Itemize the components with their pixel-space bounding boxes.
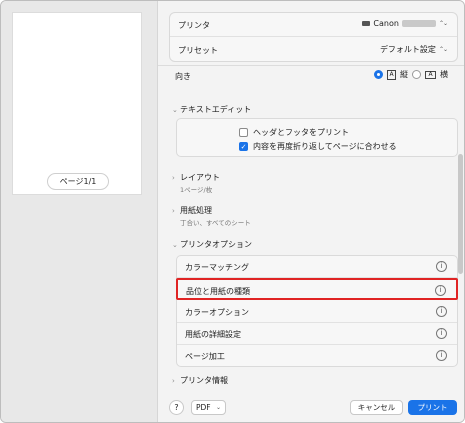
pdf-menu-button[interactable]: PDF ⌄ (191, 400, 226, 415)
printer-name-redacted (401, 20, 436, 27)
paper-handling-subtitle: 丁合い、すべてのシート (180, 219, 251, 227)
printer-label: プリンタ (178, 21, 210, 30)
info-icon[interactable]: i (436, 328, 447, 339)
pdf-label: PDF (196, 403, 211, 412)
preset-value: デフォルト設定 (379, 45, 436, 54)
info-icon[interactable]: i (436, 261, 447, 272)
preset-select[interactable]: デフォルト設定 ⌃⌄ (379, 44, 448, 55)
settings-scroll-area[interactable]: 向き A 縦 A 横 ⌄ テキストエディット ヘッダとフッタをプリント ✓ 内容… (158, 65, 464, 391)
portrait-radio[interactable] (374, 70, 383, 79)
chevron-down-icon: ⌄ (172, 241, 178, 249)
text-edit-options-box: ヘッダとフッタをプリント ✓ 内容を再度折り返してページに合わせる (176, 118, 458, 157)
landscape-label: 横 (440, 70, 448, 79)
print-button[interactable]: プリント (408, 400, 457, 415)
rewrap-option[interactable]: ✓ 内容を再度折り返してページに合わせる (239, 141, 397, 152)
page-indicator[interactable]: ページ1/1 (47, 173, 109, 190)
header-footer-checkbox[interactable] (239, 128, 248, 137)
info-icon[interactable]: i (436, 306, 447, 317)
cancel-button[interactable]: キャンセル (350, 400, 403, 415)
option-page-processing[interactable]: ページ加工 i (177, 345, 457, 367)
printer-icon (362, 21, 371, 26)
printer-info-title: プリンタ情報 (180, 376, 228, 385)
chevron-right-icon: › (172, 174, 175, 182)
option-label: 用紙の詳細設定 (185, 330, 241, 339)
info-icon[interactable]: i (436, 350, 447, 361)
orientation-label: 向き (175, 72, 191, 81)
preset-row[interactable]: プリセット デフォルト設定 ⌃⌄ (170, 38, 457, 62)
text-edit-section-header[interactable]: ⌄ テキストエディット (172, 104, 251, 115)
layout-title: レイアウト (180, 173, 220, 182)
header-footer-option[interactable]: ヘッダとフッタをプリント (239, 127, 349, 138)
option-paper-detail[interactable]: 用紙の詳細設定 i (177, 323, 457, 345)
info-icon[interactable]: i (435, 285, 446, 296)
orientation-options: A 縦 A 横 (374, 69, 448, 80)
option-label: カラーマッチング (185, 263, 249, 272)
printer-preset-box: プリンタ Canon ⌃⌄ プリセット デフォルト設定 ⌃⌄ (169, 12, 458, 62)
printer-options-section-header[interactable]: ⌄ プリンタオプション (172, 239, 252, 250)
rewrap-checkbox[interactable]: ✓ (239, 142, 248, 151)
paper-handling-section-header[interactable]: › 用紙処理 (172, 205, 212, 216)
option-label: 品位と用紙の種類 (186, 287, 250, 296)
option-label: カラーオプション (185, 308, 249, 317)
layout-subtitle: 1ページ/枚 (180, 186, 213, 194)
printer-select[interactable]: Canon ⌃⌄ (362, 19, 448, 28)
page-preview (12, 12, 142, 195)
chevron-down-icon: ⌄ (172, 106, 178, 114)
vertical-scrollbar[interactable] (458, 154, 463, 274)
chevron-right-icon: › (172, 377, 175, 385)
orientation-row: 向き A 縦 A 横 (168, 66, 458, 84)
printer-info-section-header[interactable]: › プリンタ情報 (172, 375, 228, 386)
printer-options-title: プリンタオプション (180, 240, 252, 249)
option-color-options[interactable]: カラーオプション i (177, 301, 457, 323)
option-quality-media[interactable]: 品位と用紙の種類 i (176, 278, 458, 300)
option-label: ページ加工 (185, 352, 225, 361)
landscape-icon: A (425, 70, 436, 79)
print-dialog: ページ1/1 プリンタ Canon ⌃⌄ プリセット デフォルト設定 ⌃⌄ 向き… (0, 0, 465, 423)
printer-value: Canon (373, 19, 399, 28)
header-footer-label: ヘッダとフッタをプリント (253, 128, 349, 137)
rewrap-label: 内容を再度折り返してページに合わせる (253, 142, 397, 151)
layout-section-header[interactable]: › レイアウト (172, 172, 220, 183)
preset-label: プリセット (178, 46, 218, 55)
portrait-icon: A (387, 69, 396, 80)
chevron-down-icon: ⌄ (215, 404, 221, 411)
text-edit-title: テキストエディット (180, 105, 252, 114)
preview-pane: ページ1/1 (1, 1, 157, 422)
chevron-right-icon: › (172, 207, 175, 215)
help-button[interactable]: ? (169, 400, 184, 415)
printer-options-box: カラーマッチング i 品位と用紙の種類 i カラーオプション i 用紙の詳細設定… (176, 255, 458, 367)
updown-chevron-icon: ⌃⌄ (438, 46, 448, 53)
portrait-label: 縦 (400, 70, 408, 79)
bottom-toolbar: ? PDF ⌄ キャンセル プリント (158, 393, 464, 422)
printer-row[interactable]: プリンタ Canon ⌃⌄ (170, 13, 457, 37)
settings-pane: プリンタ Canon ⌃⌄ プリセット デフォルト設定 ⌃⌄ 向き A 縦 A … (157, 1, 464, 422)
updown-chevron-icon: ⌃⌄ (438, 20, 448, 27)
landscape-radio[interactable] (412, 70, 421, 79)
option-color-matching[interactable]: カラーマッチング i (177, 256, 457, 278)
paper-handling-title: 用紙処理 (180, 206, 212, 215)
